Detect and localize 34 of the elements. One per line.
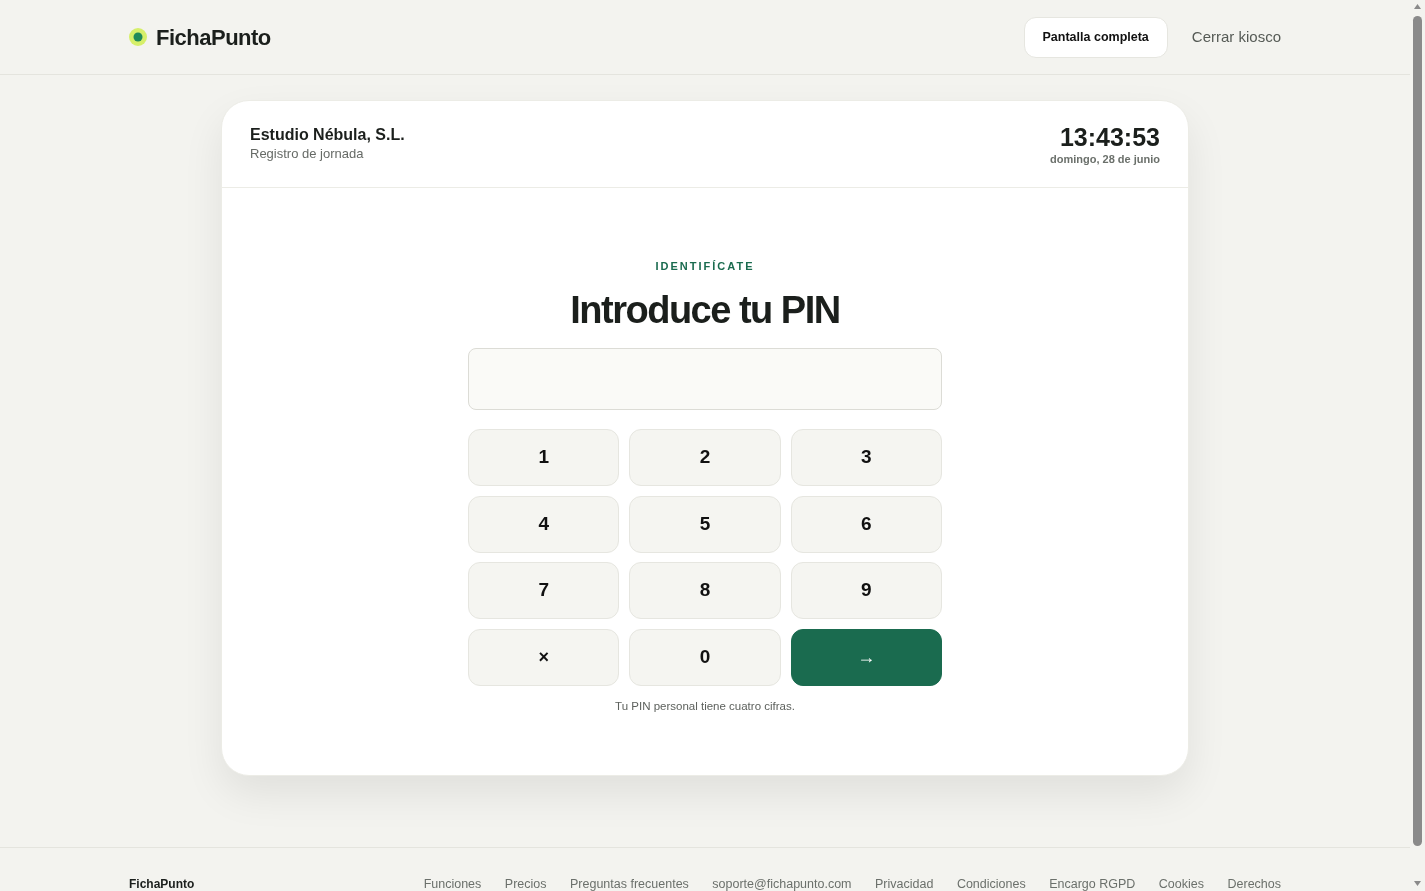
brand-name: FichaPunto (156, 23, 271, 52)
pin-heading: Introduce tu PIN (570, 288, 840, 332)
submit-key[interactable]: → (790, 628, 942, 686)
digit-key[interactable]: 1 (468, 429, 620, 486)
fullscreen-button[interactable]: Pantalla completa (1023, 16, 1168, 58)
digit-key[interactable]: 0 (629, 628, 781, 686)
footer-link[interactable]: Condiciones (956, 877, 1026, 891)
digit-key[interactable]: 4 (468, 495, 620, 553)
footer-link[interactable]: Precios (504, 877, 547, 891)
footer-brand: FichaPunto (129, 877, 195, 891)
footer-link[interactable]: Privacidad (875, 877, 934, 891)
footer-link[interactable]: Encargo RGPD (1049, 877, 1136, 891)
company-subtitle: Registro de jornada (250, 145, 365, 163)
footer-link[interactable]: Preguntas frecuentes (570, 877, 689, 891)
logo-dot-icon (129, 28, 147, 46)
footer-link[interactable]: Funciones (423, 877, 482, 891)
digit-key[interactable]: 3 (790, 429, 942, 486)
digit-key[interactable]: 9 (790, 562, 942, 619)
clock-time: 13:43:53 (1059, 122, 1160, 152)
digit-key[interactable]: 7 (468, 562, 620, 619)
company-name: Estudio Nébula, S.L. (250, 125, 405, 145)
footer-link[interactable]: Cookies (1158, 877, 1204, 891)
digit-key[interactable]: 6 (790, 495, 942, 553)
digit-key[interactable]: 8 (629, 562, 781, 619)
digit-key[interactable]: 2 (629, 429, 781, 486)
pin-input-field[interactable] (468, 348, 942, 410)
clock-date: domingo, 28 de junio (1050, 152, 1160, 166)
footer-link[interactable]: soporte@fichapunto.com (712, 877, 852, 891)
pin-hint: Tu PIN personal tiene cuatro cifras. (615, 698, 795, 714)
eyebrow-label: IDENTIFÍCATE (655, 259, 755, 273)
footer-link[interactable]: Derechos (1227, 877, 1281, 891)
digit-key[interactable]: 5 (629, 495, 781, 553)
close-kiosk-link[interactable]: Cerrar kiosco (1191, 25, 1281, 49)
clear-key[interactable]: × (468, 628, 620, 686)
